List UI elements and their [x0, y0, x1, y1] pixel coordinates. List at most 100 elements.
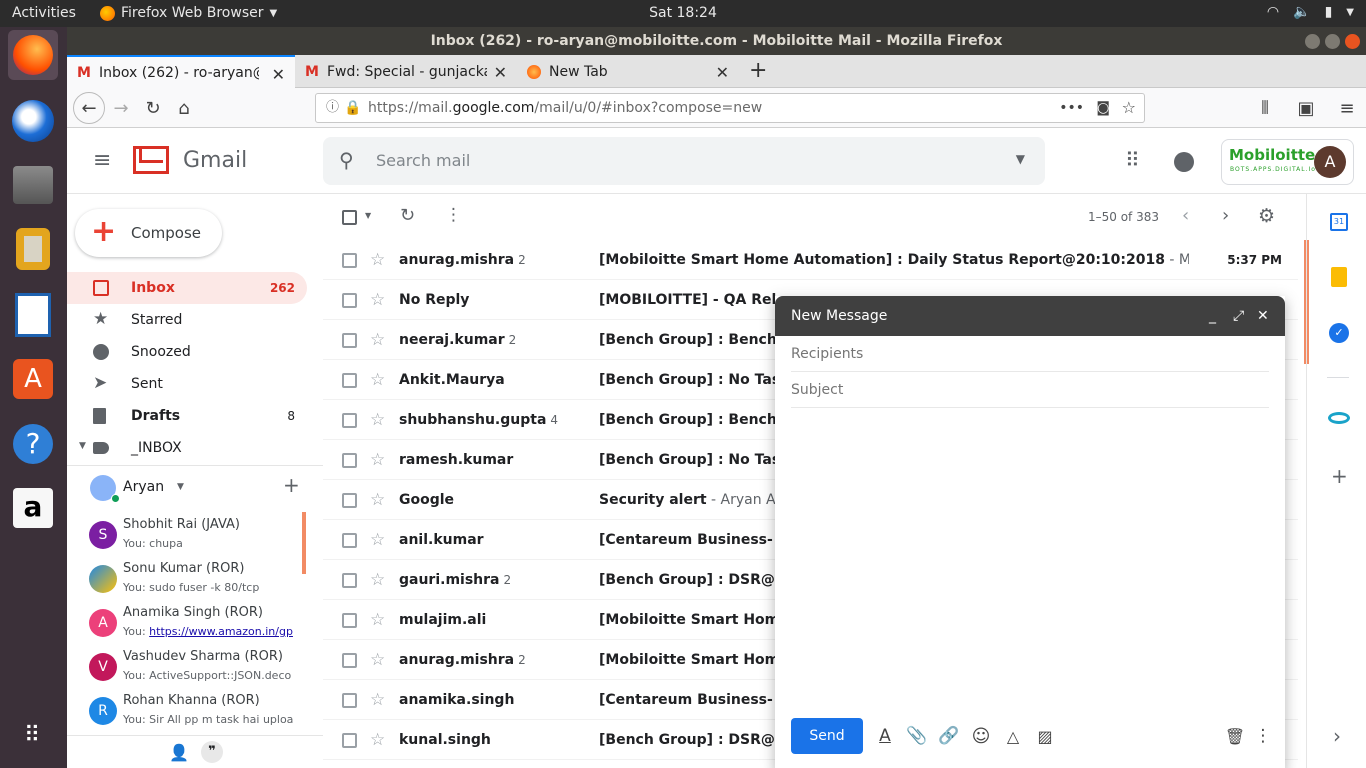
- avatar[interactable]: A: [1314, 146, 1346, 178]
- search-bar[interactable]: ⚲ Search mail ▼: [323, 137, 1045, 185]
- system-tray[interactable]: ◠ 🔈 ▮ ▼: [1267, 4, 1354, 20]
- expand-arrow-icon[interactable]: ▼: [79, 441, 86, 451]
- chat-item[interactable]: R Rohan Khanna (ROR) You: Sir All pp m t…: [67, 690, 307, 734]
- star-icon[interactable]: ☆: [370, 570, 385, 590]
- hamburger-menu-icon[interactable]: ≡: [1335, 96, 1359, 120]
- minimize-icon[interactable]: _: [1209, 296, 1216, 336]
- sidebar-item-drafts[interactable]: Drafts 8: [67, 400, 307, 432]
- close-tab-icon[interactable]: ✕: [272, 65, 285, 84]
- firefox-launcher-icon[interactable]: [8, 30, 58, 80]
- fullscreen-icon[interactable]: ⤢: [1233, 296, 1244, 336]
- row-checkbox[interactable]: [342, 653, 357, 668]
- newer-page-icon[interactable]: ‹: [1182, 205, 1189, 226]
- row-checkbox[interactable]: [342, 693, 357, 708]
- row-checkbox[interactable]: [342, 333, 357, 348]
- chat-message-link[interactable]: https://www.amazon.in/gp: [149, 625, 293, 638]
- select-dropdown-icon[interactable]: ▼: [365, 211, 371, 220]
- row-checkbox[interactable]: [342, 613, 357, 628]
- notifications-icon[interactable]: [1174, 152, 1194, 172]
- page-actions-icon[interactable]: •••: [1059, 94, 1084, 122]
- google-drive-icon[interactable]: △: [1003, 726, 1023, 746]
- more-options-icon[interactable]: ⋮: [1253, 726, 1273, 746]
- amazon-launcher-icon[interactable]: a: [8, 483, 58, 533]
- contacts-icon[interactable]: 👤: [169, 743, 189, 762]
- forward-icon[interactable]: →: [109, 96, 133, 120]
- insert-photo-icon[interactable]: ▨: [1035, 726, 1055, 746]
- url-bar[interactable]: ⓘ 🔒 https://mail.google.com/mail/u/0/#in…: [315, 93, 1145, 123]
- ubuntu-software-launcher-icon[interactable]: A: [8, 354, 58, 404]
- tab-fwd-special[interactable]: M Fwd: Special - gunjackary ✕: [295, 55, 517, 88]
- back-icon[interactable]: ←: [73, 92, 105, 124]
- info-icon[interactable]: ⓘ: [326, 94, 339, 122]
- volume-icon[interactable]: 🔈: [1293, 4, 1310, 20]
- refresh-icon[interactable]: ↻: [400, 205, 415, 226]
- star-icon[interactable]: ☆: [370, 250, 385, 270]
- sidebar-item-starred[interactable]: ★ Starred: [67, 304, 307, 336]
- row-checkbox[interactable]: [342, 493, 357, 508]
- addon-icon[interactable]: [1328, 412, 1350, 424]
- chevron-down-icon[interactable]: ▼: [1346, 7, 1354, 18]
- pocket-icon[interactable]: ◙: [1096, 94, 1110, 122]
- row-checkbox[interactable]: [342, 573, 357, 588]
- close-tab-icon[interactable]: ✕: [494, 63, 507, 82]
- app-menu[interactable]: Firefox Web Browser ▼: [100, 5, 277, 21]
- star-icon[interactable]: ☆: [370, 730, 385, 750]
- chat-item[interactable]: V Vashudev Sharma (ROR) You: ActiveSuppo…: [67, 646, 307, 690]
- message-body[interactable]: [791, 412, 1269, 708]
- help-launcher-icon[interactable]: ?: [8, 419, 58, 469]
- search-input[interactable]: Search mail: [376, 151, 470, 170]
- calendar-icon[interactable]: 31: [1330, 213, 1348, 231]
- tab-new-tab[interactable]: New Tab ✕: [517, 55, 739, 88]
- compose-button[interactable]: + Compose: [75, 209, 222, 257]
- row-checkbox[interactable]: [342, 413, 357, 428]
- activities-button[interactable]: Activities: [12, 5, 76, 21]
- thunderbird-launcher-icon[interactable]: [8, 96, 58, 146]
- star-icon[interactable]: ☆: [370, 330, 385, 350]
- settings-gear-icon[interactable]: ⚙: [1258, 205, 1275, 227]
- apps-grid-icon[interactable]: ⠿: [1125, 148, 1140, 172]
- insert-link-icon[interactable]: 🔗: [938, 726, 959, 746]
- select-all-checkbox[interactable]: [342, 210, 357, 225]
- email-row[interactable]: ☆ anurag.mishra 2 [Mobiloitte Smart Home Au…: [323, 240, 1298, 280]
- library-icon[interactable]: ⫴: [1253, 96, 1277, 120]
- hangouts-user[interactable]: Aryan ▼ +: [67, 470, 323, 506]
- sidebar-item-sent[interactable]: ➤ Sent: [67, 368, 307, 400]
- row-checkbox[interactable]: [342, 733, 357, 748]
- keep-icon[interactable]: [1331, 267, 1347, 287]
- chat-item[interactable]: S Shobhit Rai (JAVA) You: chupa: [67, 514, 307, 558]
- more-options-icon[interactable]: ⋮: [445, 205, 462, 225]
- chat-item[interactable]: Sonu Kumar (ROR) You: sudo fuser -k 80/t…: [67, 558, 307, 602]
- chat-item[interactable]: A Anamika Singh (ROR) You: https://www.a…: [67, 602, 307, 646]
- row-checkbox[interactable]: [342, 453, 357, 468]
- close-window-button[interactable]: [1345, 34, 1360, 49]
- sidebar-item-inbox-label[interactable]: ▼ _INBOX: [67, 432, 307, 464]
- star-icon[interactable]: ☆: [370, 370, 385, 390]
- discard-draft-icon[interactable]: 🗑: [1225, 726, 1245, 746]
- minimize-window-button[interactable]: [1305, 34, 1320, 49]
- star-icon[interactable]: ☆: [370, 490, 385, 510]
- row-checkbox[interactable]: [342, 253, 357, 268]
- star-icon[interactable]: ☆: [370, 290, 385, 310]
- sidebar-toggle-icon[interactable]: ▣: [1294, 96, 1318, 120]
- hide-side-panel-icon[interactable]: ›: [1333, 724, 1341, 748]
- battery-icon[interactable]: ▮: [1325, 4, 1333, 20]
- main-menu-icon[interactable]: ≡: [93, 148, 111, 173]
- close-icon[interactable]: ✕: [1257, 296, 1269, 336]
- org-account-box[interactable]: Mobiloitte BOTS.APPS.DIGITAL.IoT A: [1221, 139, 1354, 185]
- star-icon[interactable]: ☆: [370, 610, 385, 630]
- subject-field[interactable]: Subject: [791, 372, 1269, 408]
- clock[interactable]: Sat 18:24: [649, 5, 717, 21]
- row-checkbox[interactable]: [342, 373, 357, 388]
- send-button[interactable]: Send: [791, 718, 863, 754]
- show-applications-icon[interactable]: ⠿: [8, 711, 58, 761]
- new-tab-icon[interactable]: +: [749, 58, 767, 83]
- star-icon[interactable]: ☆: [370, 530, 385, 550]
- wifi-icon[interactable]: ◠: [1267, 4, 1279, 20]
- chevron-down-icon[interactable]: ▼: [177, 482, 184, 492]
- older-page-icon[interactable]: ›: [1222, 205, 1229, 226]
- star-icon[interactable]: ☆: [370, 410, 385, 430]
- star-icon[interactable]: ☆: [370, 450, 385, 470]
- formatting-options-icon[interactable]: A: [875, 726, 895, 746]
- row-checkbox[interactable]: [342, 533, 357, 548]
- bookmark-star-icon[interactable]: ☆: [1122, 94, 1136, 122]
